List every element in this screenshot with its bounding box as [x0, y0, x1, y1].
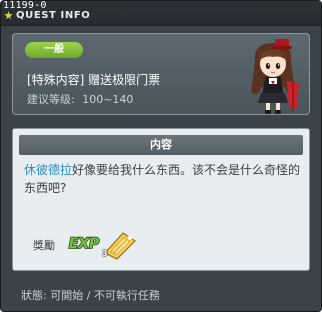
quest-description: 休彼德拉好像要给我什么东西。该不会是什么奇怪的东西吧? — [24, 161, 302, 197]
recommended-level: 建议等级: 100~140 — [27, 91, 133, 107]
npc-name-link[interactable]: 休彼德拉 — [24, 163, 72, 177]
quest-info-window: 11199-0 QUEST INFO 一般 [特殊内容] 赠送极限门票 建议等级… — [0, 0, 322, 312]
level-range: 100~140 — [82, 93, 134, 106]
star-icon — [4, 11, 13, 20]
exp-text: EXP — [69, 236, 100, 252]
title-bar[interactable]: 11199-0 QUEST INFO — [1, 0, 321, 26]
quest-content-panel: 内容 休彼德拉好像要给我什么东西。该不会是什么奇怪的东西吧? 獎勵 EXP 3 — [12, 128, 310, 271]
reward-label: 獎勵 — [33, 239, 55, 252]
window-title: QUEST INFO — [16, 10, 91, 21]
npc-portrait-icon — [251, 39, 299, 114]
reward-item-count: 3 — [102, 249, 108, 258]
quest-category-badge: 一般 — [25, 42, 83, 58]
level-label: 建议等级: — [27, 93, 75, 106]
content-header: 内容 — [19, 135, 303, 155]
quest-status: 狀態: 可開始 / 不可執行任務 — [21, 289, 160, 302]
quest-name: [特殊内容] 赠送极限门票 — [27, 73, 161, 87]
exp-icon: EXP — [68, 235, 101, 253]
quest-summary-panel: 一般 [特殊内容] 赠送极限门票 建议等级: 100~140 — [12, 33, 310, 115]
